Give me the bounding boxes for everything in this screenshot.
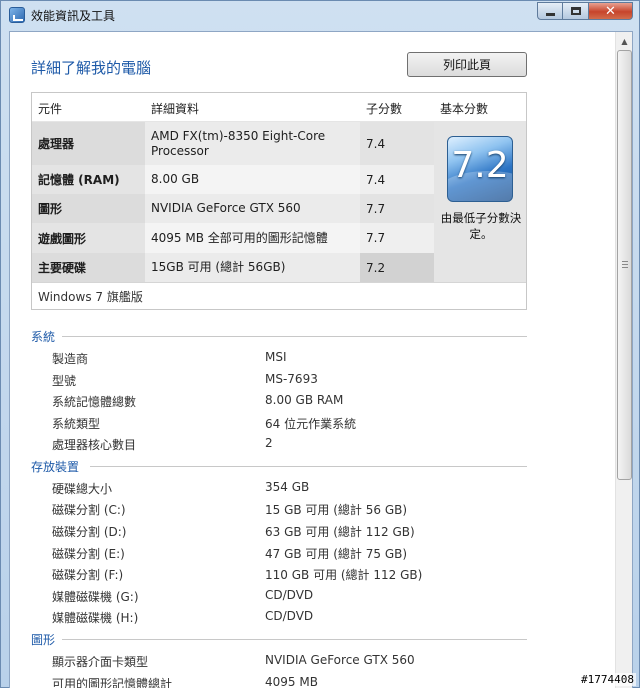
vertical-scrollbar[interactable]: ▲ <box>615 32 632 688</box>
title-bar[interactable]: 效能資訊及工具 ✕ <box>1 1 639 29</box>
summary-header: 元件 詳細資料 子分數 基本分數 <box>32 93 526 122</box>
scroll-thumb[interactable] <box>617 50 632 480</box>
graphics-value: NVIDIA GeForce GTX 560 <box>265 653 415 667</box>
row-label: 主要硬碟 <box>32 253 145 282</box>
window-controls: ✕ <box>537 2 633 20</box>
table-row: 遊戲圖形 4095 MB 全部可用的圖形記憶體 7.7 <box>32 223 434 253</box>
table-row: 記憶體 (RAM) 8.00 GB 7.4 <box>32 165 434 194</box>
storage-value: 354 GB <box>265 480 310 494</box>
row-label: 遊戲圖形 <box>32 223 145 253</box>
row-score: 7.7 <box>360 194 434 223</box>
row-detail: 8.00 GB <box>145 165 360 194</box>
watermark: #1774408 <box>579 673 636 686</box>
system-value: 64 位元作業系統 <box>265 417 357 431</box>
section-divider <box>90 466 527 467</box>
print-page-button[interactable]: 列印此頁 <box>407 52 527 77</box>
system-value: 8.00 GB RAM <box>265 393 344 407</box>
storage-value: CD/DVD <box>265 588 314 602</box>
base-score-note: 由最低子分數決定。 <box>440 211 522 241</box>
row-label: 圖形 <box>32 194 145 223</box>
table-row: 圖形 NVIDIA GeForce GTX 560 7.7 <box>32 194 434 223</box>
storage-label: 磁碟分割 (E:) <box>52 547 125 561</box>
table-row: 處理器 AMD FX(tm)-8350 Eight-Core Processor… <box>32 122 434 165</box>
score-summary-table: 元件 詳細資料 子分數 基本分數 處理器 AMD FX(tm)-8350 Eig… <box>31 92 527 310</box>
row-label: 處理器 <box>32 122 145 165</box>
table-row: 主要硬碟 15GB 可用 (總計 56GB) 7.2 <box>32 253 434 282</box>
system-label: 處理器核心數目 <box>52 438 137 452</box>
minimize-button[interactable] <box>537 2 563 20</box>
row-detail: 4095 MB 全部可用的圖形記憶體 <box>145 223 360 253</box>
row-detail: NVIDIA GeForce GTX 560 <box>145 194 360 223</box>
section-divider <box>62 336 527 337</box>
section-divider <box>62 639 527 640</box>
base-score-value: 7.2 <box>451 145 509 186</box>
performance-app-icon <box>9 7 25 23</box>
close-button[interactable]: ✕ <box>589 2 633 20</box>
header-subscore: 子分數 <box>366 102 403 116</box>
system-label: 系統記憶體總數 <box>52 395 137 409</box>
maximize-button[interactable] <box>563 2 589 20</box>
row-score: 7.2 <box>360 253 434 282</box>
app-window: 效能資訊及工具 ✕ 詳細了解我的電腦 列印此頁 元件 詳細資料 子分數 基本分數… <box>0 0 640 688</box>
row-score: 7.4 <box>360 122 434 165</box>
row-label: 記憶體 (RAM) <box>32 165 145 194</box>
grip-line <box>622 264 628 265</box>
header-component: 元件 <box>38 102 63 116</box>
minimize-icon <box>545 12 555 16</box>
header-detail: 詳細資料 <box>151 102 200 116</box>
row-score: 7.4 <box>360 165 434 194</box>
storage-value: CD/DVD <box>265 609 314 623</box>
section-heading-system: 系統 <box>31 330 56 344</box>
windows-edition: Windows 7 旗艦版 <box>32 282 526 309</box>
maximize-icon <box>570 7 581 15</box>
storage-label: 硬碟總大小 <box>52 482 113 496</box>
grip-line <box>622 261 628 262</box>
row-score: 7.7 <box>360 223 434 253</box>
system-value: MSI <box>265 350 287 364</box>
grip-line <box>622 267 628 268</box>
storage-label: 磁碟分割 (F:) <box>52 568 124 582</box>
base-score-badge: 7.2 <box>447 136 513 202</box>
base-score-column: 7.2 由最低子分數決定。 <box>434 122 526 282</box>
page-title: 詳細了解我的電腦 <box>31 59 152 77</box>
close-icon: ✕ <box>605 3 616 19</box>
row-detail: AMD FX(tm)-8350 Eight-Core Processor <box>145 122 360 165</box>
storage-value: 15 GB 可用 (總計 56 GB) <box>265 503 408 517</box>
system-label: 系統類型 <box>52 417 101 431</box>
storage-label: 媒體磁碟機 (H:) <box>52 611 139 625</box>
storage-value: 110 GB 可用 (總計 112 GB) <box>265 568 423 582</box>
header-base-score: 基本分數 <box>440 102 489 116</box>
section-heading-storage: 存放裝置 <box>31 460 80 474</box>
graphics-value: 4095 MB <box>265 675 318 688</box>
system-label: 製造商 <box>52 352 89 366</box>
storage-value: 63 GB 可用 (總計 112 GB) <box>265 525 415 539</box>
window-title: 效能資訊及工具 <box>31 9 116 23</box>
content-pane: 詳細了解我的電腦 列印此頁 元件 詳細資料 子分數 基本分數 處理器 AMD F… <box>9 31 633 688</box>
storage-value: 47 GB 可用 (總計 75 GB) <box>265 547 408 561</box>
storage-label: 磁碟分割 (C:) <box>52 503 126 517</box>
system-value: 2 <box>265 436 273 450</box>
row-detail: 15GB 可用 (總計 56GB) <box>145 253 360 282</box>
scroll-up-icon[interactable]: ▲ <box>617 33 632 49</box>
storage-label: 媒體磁碟機 (G:) <box>52 590 139 604</box>
system-label: 型號 <box>52 374 77 388</box>
graphics-label: 可用的圖形記憶體總計 <box>52 677 173 688</box>
storage-label: 磁碟分割 (D:) <box>52 525 127 539</box>
system-value: MS-7693 <box>265 372 318 386</box>
section-heading-graphics: 圖形 <box>31 633 56 647</box>
graphics-label: 顯示器介面卡類型 <box>52 655 149 669</box>
